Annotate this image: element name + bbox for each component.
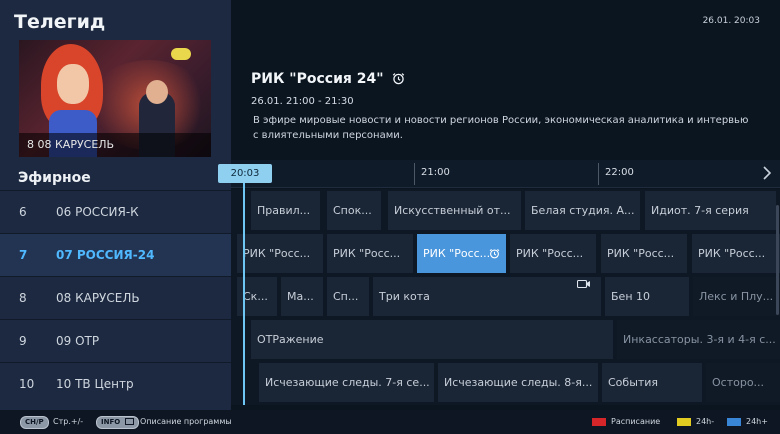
program-cell[interactable]: Инкассаторы. 3-я и 4-я с...	[617, 320, 780, 359]
info-key-badge: INFO	[96, 416, 139, 429]
channel-name: 07 РОССИЯ-24	[56, 248, 155, 262]
footer-bar: CH/P Стр.+/- INFO Описание программы Рас…	[0, 410, 780, 434]
program-cell[interactable]: Осторо...	[706, 363, 780, 402]
timeline-tick: 21:00	[414, 163, 450, 185]
channel-row-selected[interactable]: 7 07 РОССИЯ-24	[0, 233, 231, 276]
channel-sidebar: Телегид 8 08 КАРУСЕЛЬ Эфирное 6 06 РОССИ…	[0, 0, 231, 410]
channel-list: 6 06 РОССИЯ-К 7 07 РОССИЯ-24 8 08 КАРУСЕ…	[0, 190, 231, 405]
current-time-marker: 20:03	[218, 164, 272, 183]
preview-caption: 8 08 КАРУСЕЛЬ	[19, 133, 211, 157]
channel-row[interactable]: 9 09 OTP	[0, 319, 231, 362]
ch-key-badge: CH/P	[20, 416, 49, 429]
info-key-text: INFO	[101, 418, 121, 426]
program-cell[interactable]: Исчезающие следы. 8-я...	[438, 363, 598, 402]
channel-number: 10	[19, 377, 35, 391]
channel-number: 6	[19, 205, 27, 219]
schedule-grid: Правил... Спок... Искусственный от... Бе…	[231, 189, 780, 405]
program-cell[interactable]: События	[602, 363, 702, 402]
yellow-key-label: 24h-	[696, 417, 715, 426]
timeline-bar: 21:00 22:00	[231, 160, 780, 188]
program-cell[interactable]: Три кота	[373, 277, 601, 316]
yellow-key-swatch	[677, 418, 691, 426]
program-cell[interactable]: ОТРажение	[251, 320, 613, 359]
program-cell[interactable]: Правил...	[251, 191, 320, 230]
program-cell[interactable]: Спок...	[327, 191, 381, 230]
program-cell[interactable]: РИК "Росс...	[510, 234, 596, 273]
timeline-tick: 22:00	[598, 163, 634, 185]
program-cell[interactable]: Бен 10	[605, 277, 689, 316]
program-cell-label: РИК "Росс...	[423, 247, 491, 260]
alarm-clock-icon	[489, 236, 500, 273]
schedule-row: Ск... Ма... Сп... Три кота Бен 10 Лекс и…	[231, 275, 780, 317]
schedule-row: Правил... Спок... Искусственный от... Бе…	[231, 189, 780, 231]
info-box-icon	[124, 418, 134, 425]
ch-key-label: Стр.+/-	[53, 417, 84, 426]
program-cell[interactable]: РИК "Росс...	[237, 234, 323, 273]
channel-row[interactable]: 6 06 РОССИЯ-К	[0, 190, 231, 233]
schedule-row: Исчезающие следы. 7-я се... Исчезающие с…	[231, 361, 780, 403]
program-cell[interactable]: РИК "Росс...	[692, 234, 780, 273]
program-cell-selected[interactable]: РИК "Росс...	[417, 234, 506, 273]
channel-preview: 8 08 КАРУСЕЛЬ	[19, 40, 211, 157]
program-cell[interactable]: РИК "Росс...	[601, 234, 687, 273]
blue-key-label: 24h+	[746, 417, 768, 426]
source-label: Эфирное	[18, 170, 91, 186]
schedule-row: ОТРажение Инкассаторы. 3-я и 4-я с...	[231, 318, 780, 360]
channel-number: 8	[19, 291, 27, 305]
preview-second-character-face	[146, 80, 168, 104]
blue-key-swatch	[727, 418, 741, 426]
program-cell[interactable]: Лекс и Плу...	[693, 277, 780, 316]
app-title: Телегид	[14, 11, 106, 33]
program-title-text: РИК "Россия 24"	[251, 71, 384, 87]
program-time: 26.01. 21:00 - 21:30	[251, 96, 354, 107]
clock: 26.01. 20:03	[702, 16, 760, 26]
channel-row[interactable]: 8 08 КАРУСЕЛЬ	[0, 276, 231, 319]
chevron-right-icon[interactable]	[763, 166, 772, 184]
red-key-label: Расписание	[611, 417, 661, 426]
program-cell[interactable]: Искусственный от...	[388, 191, 521, 230]
schedule-row: РИК "Росс... РИК "Росс... РИК "Росс... Р…	[231, 232, 780, 274]
scrollbar[interactable]	[776, 205, 779, 315]
red-key-swatch	[592, 418, 606, 426]
program-cell[interactable]: Белая студия. А...	[525, 191, 640, 230]
program-description: В эфире мировые новости и новости регион…	[253, 115, 749, 141]
channel-name: 06 РОССИЯ-К	[56, 205, 139, 219]
program-cell[interactable]: РИК "Росс...	[327, 234, 413, 273]
channel-row[interactable]: 10 10 ТВ Центр	[0, 362, 231, 405]
program-cell[interactable]: Сп...	[327, 277, 369, 316]
channel-name: 09 OTP	[56, 334, 100, 348]
program-title: РИК "Россия 24"	[251, 71, 405, 89]
preview-character-face	[57, 64, 89, 104]
info-key-label: Описание программы	[140, 417, 232, 426]
channel-name: 10 ТВ Центр	[56, 377, 134, 391]
channel-number: 9	[19, 334, 27, 348]
program-cell[interactable]: Ма...	[281, 277, 323, 316]
program-cell[interactable]: Идиот. 7-я серия	[645, 191, 776, 230]
channel-number: 7	[19, 248, 28, 262]
channel-logo-icon	[171, 48, 191, 60]
alarm-clock-icon	[392, 72, 405, 89]
current-time-line	[243, 183, 245, 405]
program-cell[interactable]: Исчезающие следы. 7-я се...	[259, 363, 434, 402]
channel-name: 08 КАРУСЕЛЬ	[56, 291, 140, 305]
